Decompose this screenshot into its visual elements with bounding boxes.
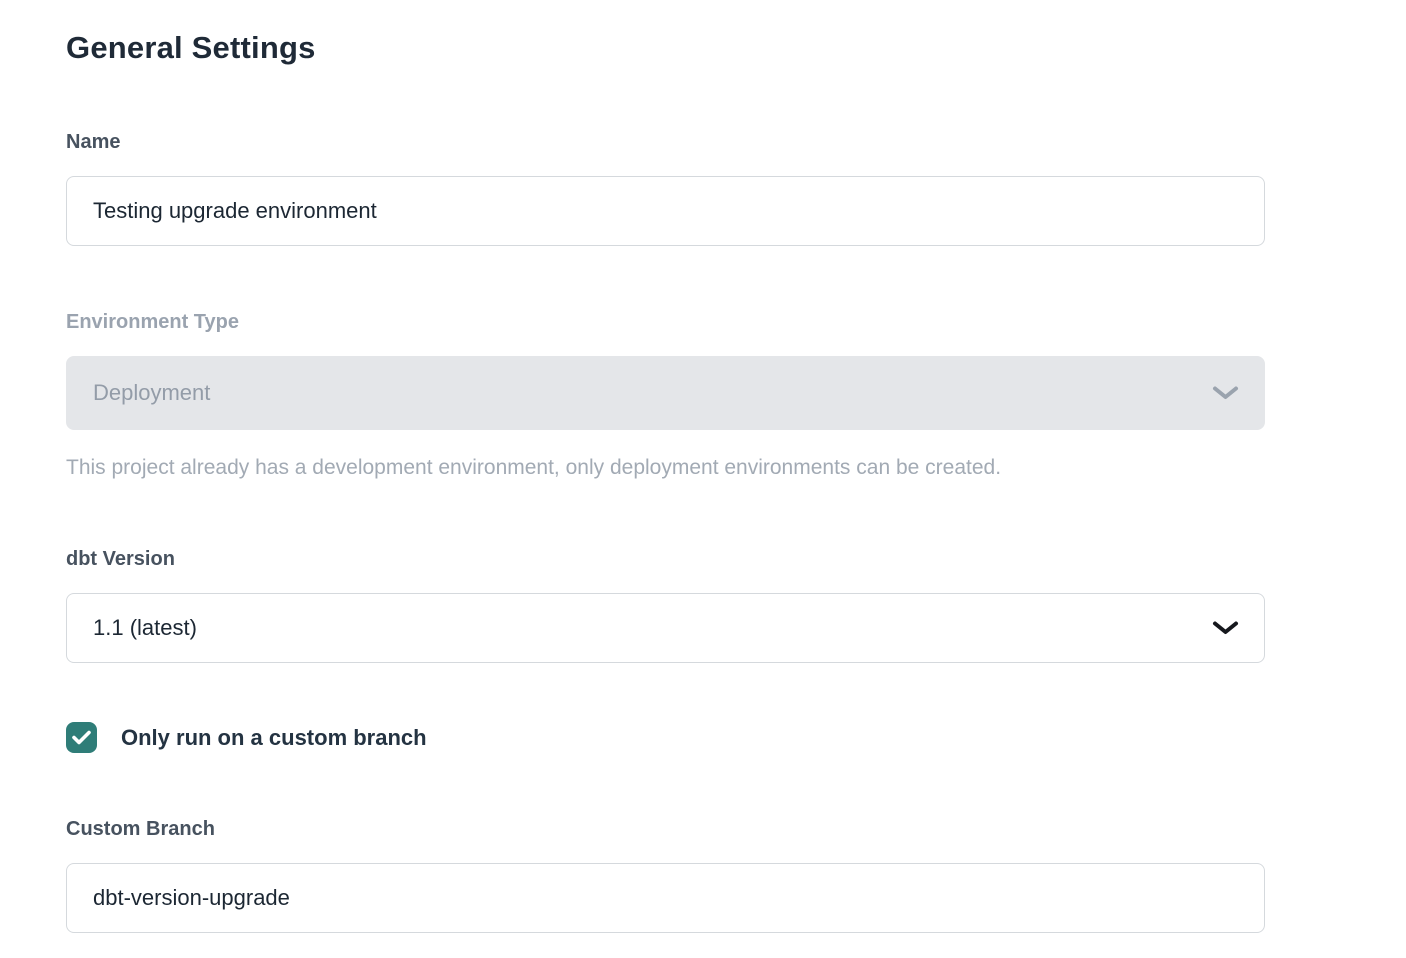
environment-type-helper: This project already has a development e… <box>66 455 1265 481</box>
custom-branch-field: Custom Branch <box>66 817 1265 933</box>
chevron-down-icon <box>1212 620 1239 636</box>
chevron-down-icon <box>1212 385 1239 401</box>
check-icon <box>72 730 91 745</box>
dbt-version-field: dbt Version 1.1 (latest) <box>66 547 1265 663</box>
name-input[interactable] <box>66 176 1265 246</box>
dbt-version-value: 1.1 (latest) <box>93 615 197 641</box>
dbt-version-label: dbt Version <box>66 547 1265 571</box>
environment-type-label: Environment Type <box>66 310 1265 334</box>
environment-type-value: Deployment <box>93 380 210 406</box>
custom-branch-checkbox[interactable] <box>66 722 97 753</box>
name-field: Name <box>66 130 1265 246</box>
environment-type-field: Environment Type Deployment This project… <box>66 310 1265 481</box>
name-label: Name <box>66 130 1265 154</box>
custom-branch-checkbox-row: Only run on a custom branch <box>66 722 1265 753</box>
environment-type-select: Deployment <box>66 356 1265 430</box>
dbt-version-select[interactable]: 1.1 (latest) <box>66 593 1265 663</box>
custom-branch-input[interactable] <box>66 863 1265 933</box>
general-settings-page: General Settings Name Environment Type D… <box>0 0 1406 933</box>
custom-branch-checkbox-label: Only run on a custom branch <box>121 725 427 751</box>
page-title: General Settings <box>66 28 1265 68</box>
custom-branch-label: Custom Branch <box>66 817 1265 841</box>
